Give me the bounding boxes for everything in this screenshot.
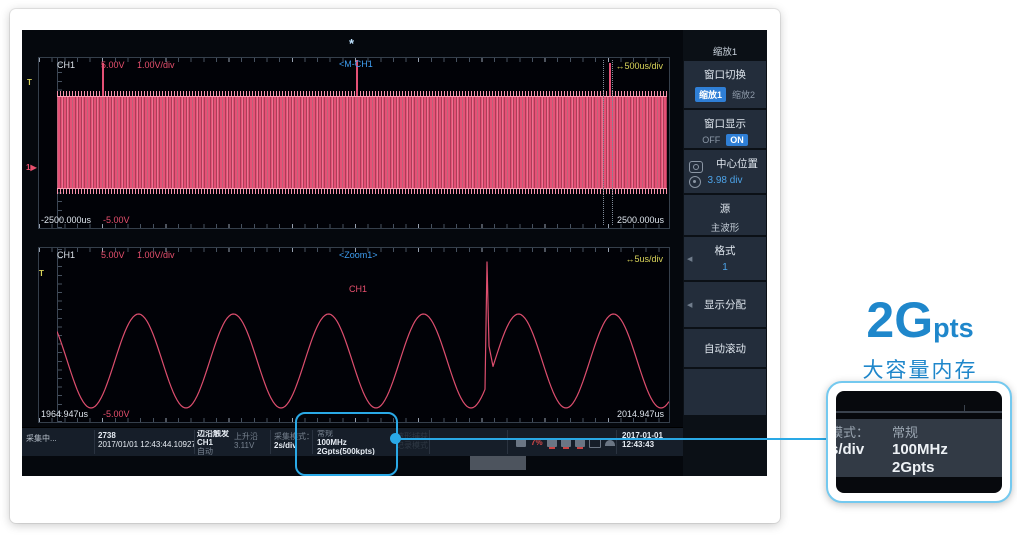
window-display-label: 窗口显示 — [684, 110, 766, 131]
trigger-cell: 边沿触发 CH1 自动 — [197, 430, 230, 455]
acquisition-state: 采集中... — [26, 435, 92, 444]
channel-label: CH1 — [57, 250, 75, 260]
time-left-readout: 1964.947us — [41, 409, 88, 419]
callout-connector-line — [399, 438, 831, 440]
volt-min-readout: -5.00V — [103, 215, 130, 225]
trigger-edge-cell: 上升沿 3.11V — [234, 430, 268, 455]
softkey-sidebar: 缩放1 窗口切换 缩放1 缩放2 窗口显示 OFF ON 中心位置 3. — [683, 30, 767, 476]
pulse-spike — [609, 63, 611, 96]
display-allocation-label: 显示分配 — [684, 282, 766, 312]
callout-anchor-dot — [390, 433, 401, 444]
window-display-section[interactable]: 窗口显示 OFF ON — [684, 110, 766, 148]
time-right-readout: 2014.947us — [617, 409, 664, 419]
main-waveform-trace — [57, 96, 667, 189]
zoom-label: <Zoom1> — [339, 250, 378, 260]
trigger-level: 3.11V — [234, 442, 268, 451]
trigger-level-marker[interactable]: T — [27, 79, 32, 87]
record-datetime: 2017/01/01 12:43:44.1092736 — [98, 441, 194, 450]
knob-icon — [689, 161, 703, 173]
source-section[interactable]: 源 主波形 — [684, 195, 766, 235]
volt-min-readout: -5.00V — [103, 409, 130, 419]
auto-scroll-label: 自动滚动 — [684, 329, 766, 356]
acquisition-state-cell: 采集中... — [26, 430, 92, 455]
zoom1-chip[interactable]: 缩放1 — [695, 87, 726, 102]
record-count-cell: 2738 2017/01/01 12:43:44.1092736 — [98, 430, 194, 455]
zoom-window-cursor-left[interactable] — [603, 60, 604, 225]
on-option[interactable]: ON — [726, 134, 748, 146]
screenshot-card: CH1 5.00V 1.00V/div <M-CH1 ↔500us/div -2… — [10, 9, 780, 523]
sidebar-title: 缩放1 — [683, 44, 767, 58]
scale-readout: 1.00V/div — [137, 250, 175, 260]
bottom-graticule-ticks — [39, 224, 669, 228]
zoom-waveform-panel: CH1 5.00V 1.00V/div <Zoom1> ↔5us/div CH1… — [38, 247, 670, 423]
highlight-frame — [295, 412, 398, 476]
bottom-handle[interactable] — [470, 456, 526, 470]
memory-caption: 大容量内存 — [830, 354, 1010, 384]
magnified-normal: 常规 — [892, 424, 948, 441]
magnified-bandwidth: 100MHz — [892, 441, 948, 459]
magnified-callout-box: 模式： s/div 常规 100MHz 2Gpts — [826, 381, 1012, 503]
trigger-mode: 自动 — [197, 448, 230, 455]
magnified-tdiv: s/div — [836, 441, 869, 459]
main-waveform-panel: CH1 5.00V 1.00V/div <M-CH1 ↔500us/div -2… — [38, 57, 670, 229]
display-allocation-section[interactable]: ◀ 显示分配 — [684, 282, 766, 327]
window-switch-section[interactable]: 窗口切换 缩放1 缩放2 — [684, 61, 766, 108]
format-value: 1 — [684, 258, 766, 273]
jog-shuttle-icon — [689, 176, 701, 188]
offset-readout: 5.00V — [101, 60, 125, 70]
faint-label-2: 记录模式 — [396, 442, 428, 451]
inactive-mode-cell: 波形捕获 记录模式 — [396, 430, 428, 455]
format-label: 格式 — [684, 237, 766, 258]
magnified-mode-label: 模式： — [836, 424, 869, 441]
center-position-section[interactable]: 中心位置 3.98 div — [684, 150, 766, 193]
time-left-readout: -2500.000us — [41, 215, 91, 225]
zoom-window-cursor-right[interactable] — [612, 60, 613, 225]
source-value: 主波形 — [684, 216, 766, 234]
format-section[interactable]: ◀ 格式 1 — [684, 237, 766, 280]
expand-left-icon: ◀ — [687, 301, 692, 309]
empty-section — [684, 369, 766, 415]
channel1-position-marker[interactable]: 1▶ — [26, 164, 37, 172]
timebase-readout: ↔500us/div — [615, 61, 663, 71]
time-right-readout: 2500.000us — [617, 215, 664, 225]
trace-channel-tag: CH1 — [349, 284, 367, 294]
zoom-wave-svg — [57, 256, 669, 420]
source-label: 源 — [684, 195, 766, 216]
trigger-position-marker[interactable]: * — [349, 40, 354, 48]
network-icon[interactable] — [605, 440, 615, 446]
memory-size-text: 2Gpts — [830, 294, 1010, 354]
marker-label: <M-CH1 — [339, 59, 373, 69]
magnified-points: 2Gpts — [892, 459, 948, 477]
memory-unit-text: pts — [933, 313, 974, 343]
timebase-readout: ↔5us/div — [625, 254, 663, 264]
off-option[interactable]: OFF — [702, 135, 720, 145]
offset-readout: 5.00V — [101, 250, 125, 260]
magnified-screen-crop: 模式： s/div 常规 100MHz 2Gpts — [836, 391, 1002, 493]
scale-readout: 1.00V/div — [137, 60, 175, 70]
oscilloscope-screen: CH1 5.00V 1.00V/div <M-CH1 ↔500us/div -2… — [22, 30, 767, 476]
magnified-status-band: 模式： s/div 常规 100MHz 2Gpts — [836, 419, 1002, 477]
zoom2-chip[interactable]: 缩放2 — [732, 88, 755, 101]
channel-label: CH1 — [57, 60, 75, 70]
status-icons-cell: 7% — [516, 430, 616, 455]
trigger-level-marker[interactable]: T — [39, 270, 44, 278]
time-readout: 12:43:43 — [622, 441, 680, 450]
auto-scroll-section[interactable]: 自动滚动 — [684, 329, 766, 367]
memory-annotation: 2Gpts 大容量内存 — [830, 294, 1010, 384]
axis-line — [836, 411, 1002, 413]
expand-left-icon: ◀ — [687, 255, 692, 263]
clock-cell: 2017-01-01 12:43:43 — [622, 430, 680, 455]
axis-tick — [964, 405, 965, 411]
window-switch-label: 窗口切换 — [684, 61, 766, 82]
